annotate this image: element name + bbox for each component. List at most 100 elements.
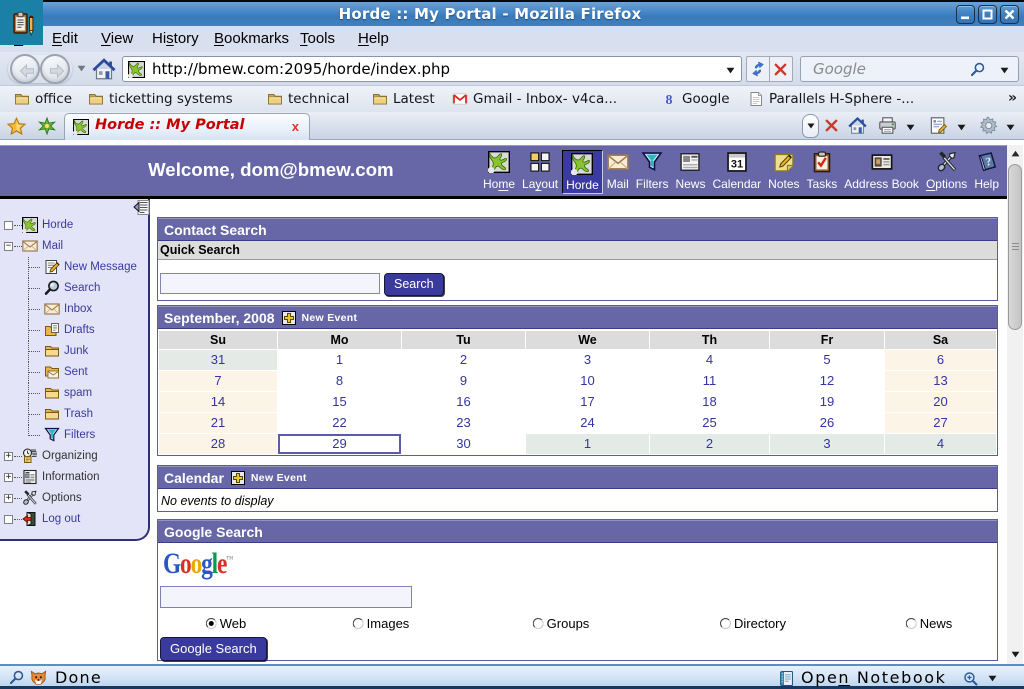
- day-cell[interactable]: 8: [278, 371, 401, 391]
- day-cell[interactable]: 6: [885, 350, 996, 370]
- day-link[interactable]: 26: [820, 415, 834, 430]
- radio-button[interactable]: [906, 618, 917, 629]
- google-option-web[interactable]: Web: [206, 616, 247, 631]
- day-link[interactable]: 7: [214, 373, 221, 388]
- bookmark-technical[interactable]: technical: [267, 91, 349, 107]
- app-horde[interactable]: Horde: [562, 150, 603, 194]
- sidebar-item-filters[interactable]: Filters: [0, 425, 148, 446]
- sidebar-item-label[interactable]: Organizing: [42, 450, 98, 462]
- day-cell[interactable]: 7: [159, 371, 277, 391]
- day-link[interactable]: 2: [460, 352, 467, 367]
- title-bar[interactable]: Horde :: My Portal - Mozilla Firefox: [0, 0, 1024, 26]
- day-cell[interactable]: 15: [278, 392, 401, 412]
- day-link[interactable]: 22: [332, 415, 346, 430]
- day-link[interactable]: 3: [823, 436, 830, 451]
- sidebar-item-sent[interactable]: Sent: [0, 362, 148, 383]
- google-search-button[interactable]: Google Search: [160, 637, 267, 661]
- day-link[interactable]: 18: [702, 394, 716, 409]
- day-cell[interactable]: 19: [770, 392, 884, 412]
- sidebar-item-information[interactable]: +Information: [0, 467, 148, 488]
- day-link[interactable]: 2: [706, 436, 713, 451]
- day-link[interactable]: 8: [336, 373, 343, 388]
- app-address-book[interactable]: Address Book: [841, 146, 922, 193]
- day-cell[interactable]: 26: [770, 413, 884, 433]
- app-tasks[interactable]: Tasks: [804, 146, 841, 193]
- bookmark-parallels-h-sphere-[interactable]: Parallels H-Sphere -...: [748, 91, 914, 107]
- menu-bookmarks[interactable]: Bookmarks: [214, 26, 289, 52]
- day-link[interactable]: 5: [823, 352, 830, 367]
- google-option-groups[interactable]: Groups: [533, 616, 590, 631]
- calendar-new-event[interactable]: New Event: [231, 471, 307, 485]
- day-cell[interactable]: 3: [526, 350, 649, 370]
- sidebar-item-label[interactable]: Drafts: [64, 324, 95, 336]
- day-cell[interactable]: 27: [885, 413, 996, 433]
- bookmark-google[interactable]: Google: [661, 91, 730, 107]
- day-cell[interactable]: 31: [159, 350, 277, 370]
- sidebar-item-label[interactable]: Horde: [42, 219, 73, 231]
- menu-help[interactable]: Help: [358, 26, 389, 52]
- maximize-button[interactable]: [978, 5, 997, 24]
- tab-close-button[interactable]: x: [292, 119, 299, 134]
- vertical-scrollbar[interactable]: [1007, 145, 1023, 664]
- contact-search-button[interactable]: Search: [384, 273, 444, 296]
- menu-tools[interactable]: Tools: [300, 26, 335, 52]
- day-cell[interactable]: 22: [278, 413, 401, 433]
- sidebar-item-inbox[interactable]: Inbox: [0, 299, 148, 320]
- menu-view[interactable]: View: [101, 26, 133, 52]
- tree-expander[interactable]: [4, 221, 13, 230]
- day-cell[interactable]: 4: [885, 434, 996, 454]
- sidebar-item-label[interactable]: Options: [42, 492, 82, 504]
- day-cell[interactable]: 2: [402, 350, 525, 370]
- day-cell[interactable]: 4: [650, 350, 769, 370]
- sidebar-item-label[interactable]: Sent: [64, 366, 88, 378]
- search-icon[interactable]: [969, 61, 986, 78]
- google-option-directory[interactable]: Directory: [720, 616, 786, 631]
- app-home[interactable]: Home: [480, 146, 518, 193]
- sidebar-item-label[interactable]: Search: [64, 282, 100, 294]
- day-cell[interactable]: 3: [770, 434, 884, 454]
- day-cell[interactable]: 30: [402, 434, 525, 454]
- radio-button[interactable]: [206, 618, 217, 629]
- minimize-button[interactable]: [956, 5, 975, 24]
- day-link[interactable]: 21: [211, 415, 225, 430]
- day-cell[interactable]: 24: [526, 413, 649, 433]
- radio-button[interactable]: [353, 618, 364, 629]
- day-link[interactable]: 19: [820, 394, 834, 409]
- sidebar-item-spam[interactable]: spam: [0, 383, 148, 404]
- day-link[interactable]: 13: [933, 373, 947, 388]
- status-magnifier-icon[interactable]: [8, 669, 25, 686]
- sidebar-item-organizing[interactable]: +Organizing: [0, 446, 148, 467]
- bookmark-star-icon[interactable]: [7, 117, 26, 136]
- sidebar-item-mail[interactable]: −Mail: [0, 236, 148, 257]
- sidebar-item-junk[interactable]: Junk: [0, 341, 148, 362]
- sidebar-item-label[interactable]: spam: [64, 387, 92, 399]
- hide-sidebar-icon[interactable]: [133, 200, 150, 215]
- sidebar-item-label[interactable]: Trash: [64, 408, 93, 420]
- day-cell[interactable]: 17: [526, 392, 649, 412]
- day-link[interactable]: 16: [456, 394, 470, 409]
- sidebar-item-drafts[interactable]: Drafts: [0, 320, 148, 341]
- day-cell[interactable]: 10: [526, 371, 649, 391]
- search-engine-dropdown-icon[interactable]: [1000, 67, 1009, 74]
- google-option-news[interactable]: News: [906, 616, 953, 631]
- url-dropdown-icon[interactable]: [726, 67, 735, 74]
- url-text[interactable]: http://bmew.com:2095/horde/index.php: [152, 60, 450, 78]
- history-dropdown-icon[interactable]: [77, 65, 86, 72]
- day-cell[interactable]: 14: [159, 392, 277, 412]
- tree-expander[interactable]: [4, 515, 13, 524]
- form-edit-dropdown-icon[interactable]: [957, 124, 966, 131]
- search-box[interactable]: Google: [800, 56, 1019, 82]
- day-cell[interactable]: 11: [650, 371, 769, 391]
- day-link[interactable]: 4: [937, 436, 944, 451]
- google-search-input[interactable]: [160, 586, 412, 608]
- print-icon[interactable]: [878, 116, 897, 135]
- app-options[interactable]: Options: [923, 146, 970, 193]
- sidebar-item-trash[interactable]: Trash: [0, 404, 148, 425]
- quick-search-input[interactable]: [160, 273, 380, 294]
- month-new-event[interactable]: New Event: [282, 311, 358, 325]
- tree-expander-plus[interactable]: +: [4, 473, 13, 482]
- sidebar-item-options[interactable]: +Options: [0, 488, 148, 509]
- app-filters[interactable]: Filters: [633, 146, 672, 193]
- day-link[interactable]: 20: [933, 394, 947, 409]
- day-link[interactable]: 17: [580, 394, 594, 409]
